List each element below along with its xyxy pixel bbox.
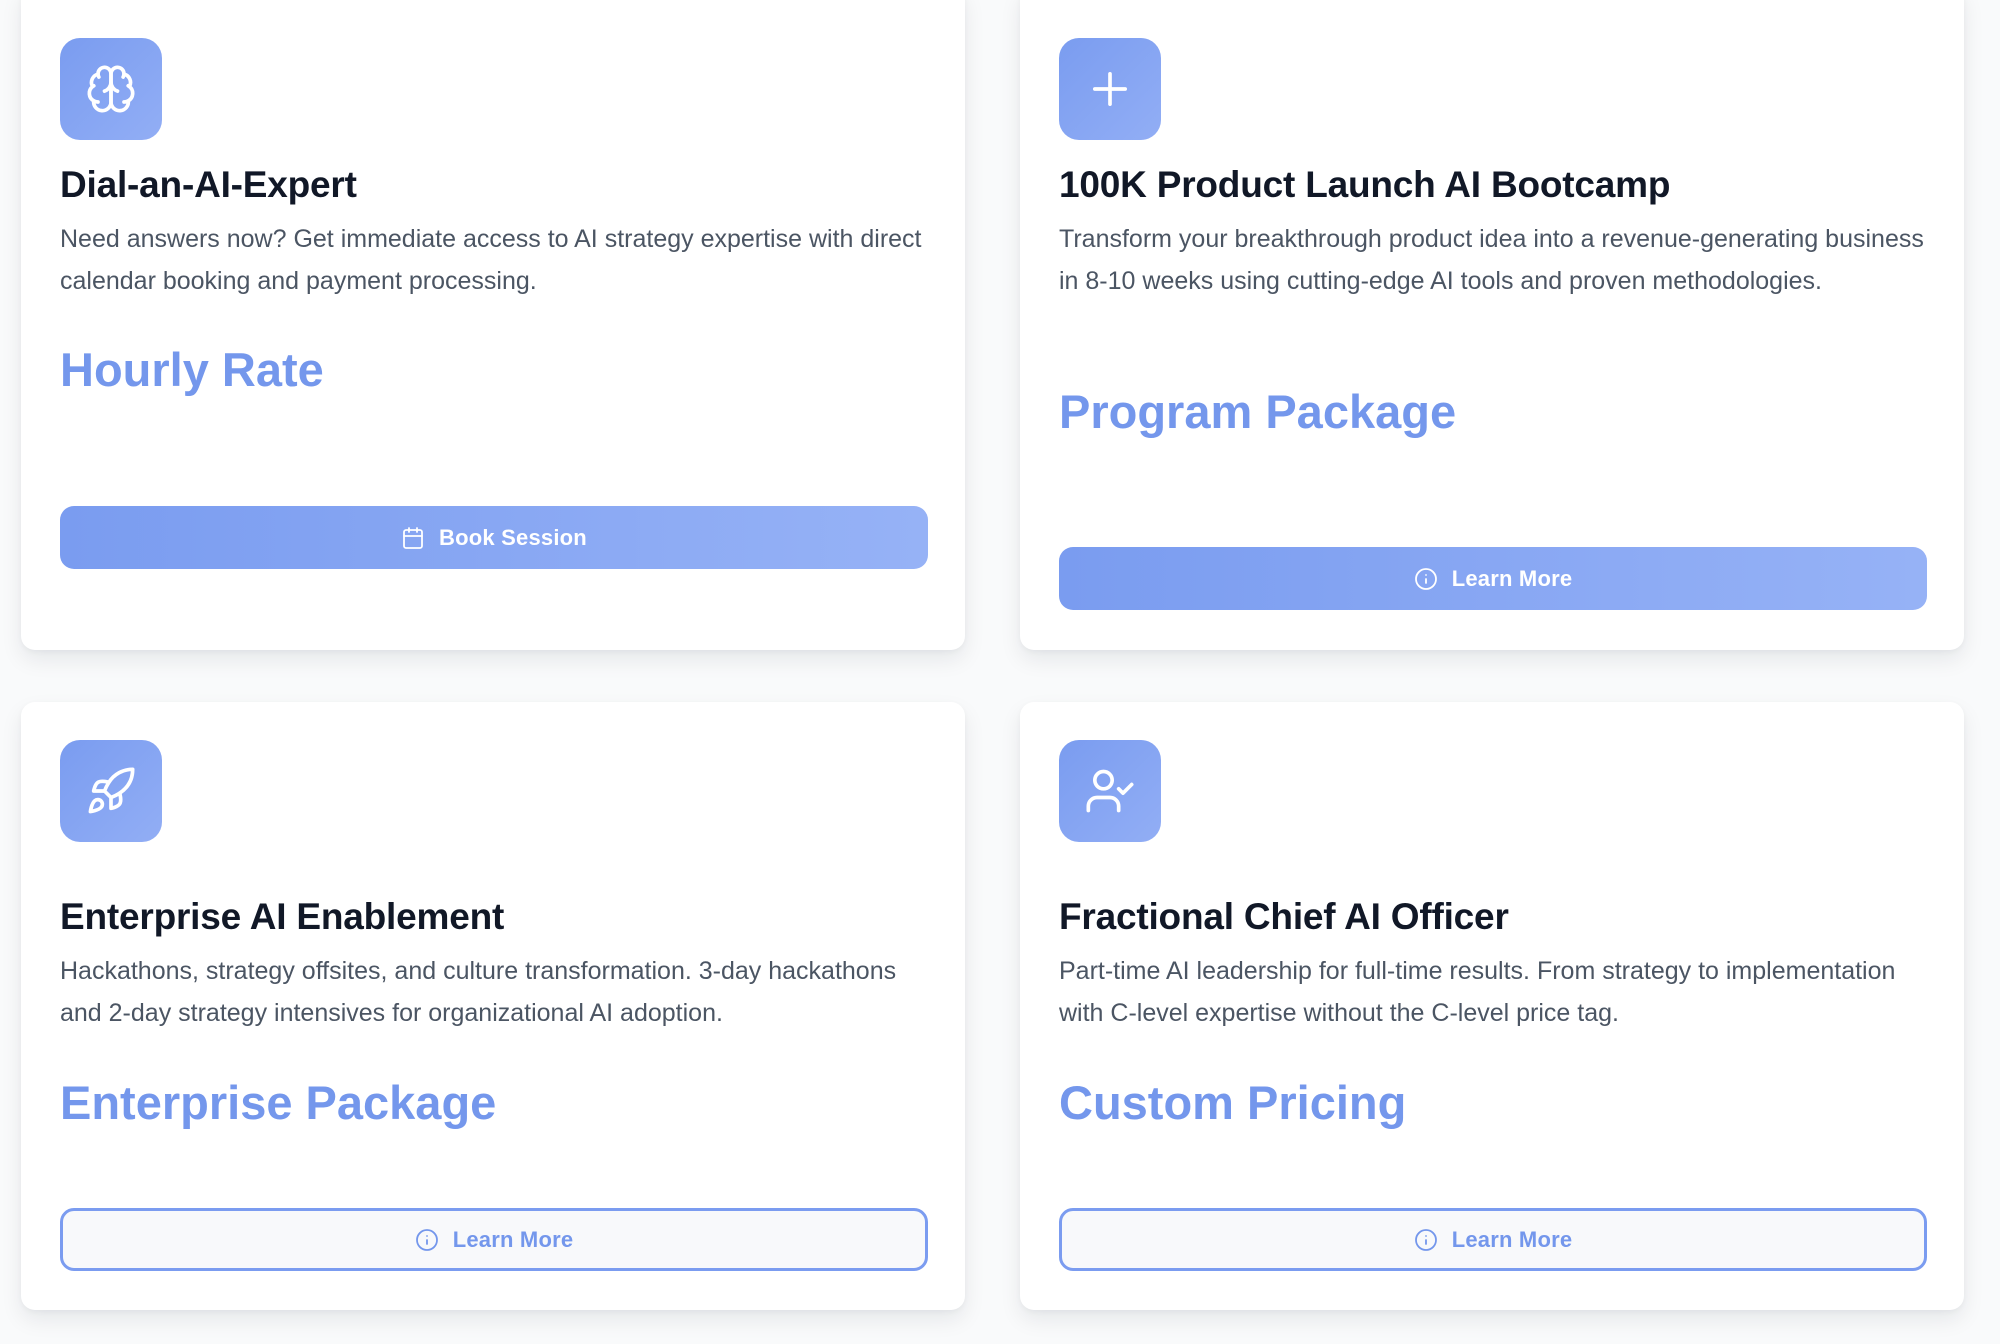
learn-more-button[interactable]: Learn More <box>60 1208 928 1271</box>
plus-icon <box>1059 38 1161 140</box>
service-card-product-launch-bootcamp: 100K Product Launch AI Bootcamp Transfor… <box>1020 0 1964 650</box>
card-title: Enterprise AI Enablement <box>60 896 505 937</box>
card-title: 100K Product Launch AI Bootcamp <box>1059 164 1671 205</box>
service-card-dial-an-ai-expert: Dial-an-AI-Expert Need answers now? Get … <box>21 0 965 650</box>
card-title: Dial-an-AI-Expert <box>60 164 357 205</box>
learn-more-button[interactable]: Learn More <box>1059 1208 1927 1271</box>
card-description: Need answers now? Get immediate access t… <box>60 225 922 295</box>
learn-more-button[interactable]: Learn More <box>1059 547 1927 610</box>
button-label: Book Session <box>439 524 587 550</box>
card-price: Program Package <box>1059 385 1457 438</box>
info-icon <box>415 1228 438 1251</box>
rocket-icon <box>60 740 162 842</box>
service-card-fractional-caio: Fractional Chief AI Officer Part-time AI… <box>1020 702 1964 1310</box>
info-icon <box>1414 1228 1437 1251</box>
button-label: Learn More <box>1451 1226 1573 1252</box>
button-label: Learn More <box>452 1226 574 1252</box>
info-icon <box>1414 567 1437 590</box>
card-price: Custom Pricing <box>1059 1076 1407 1129</box>
services-grid: Dial-an-AI-Expert Need answers now? Get … <box>0 0 2000 1344</box>
button-label: Learn More <box>1451 565 1573 591</box>
card-description: Transform your breakthrough product idea… <box>1059 225 1924 295</box>
card-description: Part-time AI leadership for full-time re… <box>1059 957 1896 1027</box>
book-session-button[interactable]: Book Session <box>60 506 928 569</box>
brain-icon <box>60 38 162 140</box>
calendar-icon <box>403 526 423 549</box>
card-title: Fractional Chief AI Officer <box>1059 896 1509 937</box>
service-card-enterprise-ai-enablement: Enterprise AI Enablement Hackathons, str… <box>21 702 965 1310</box>
card-price: Hourly Rate <box>60 343 324 396</box>
card-description: Hackathons, strategy offsites, and cultu… <box>60 957 897 1027</box>
user-check-icon <box>1059 740 1161 842</box>
card-price: Enterprise Package <box>60 1076 497 1129</box>
